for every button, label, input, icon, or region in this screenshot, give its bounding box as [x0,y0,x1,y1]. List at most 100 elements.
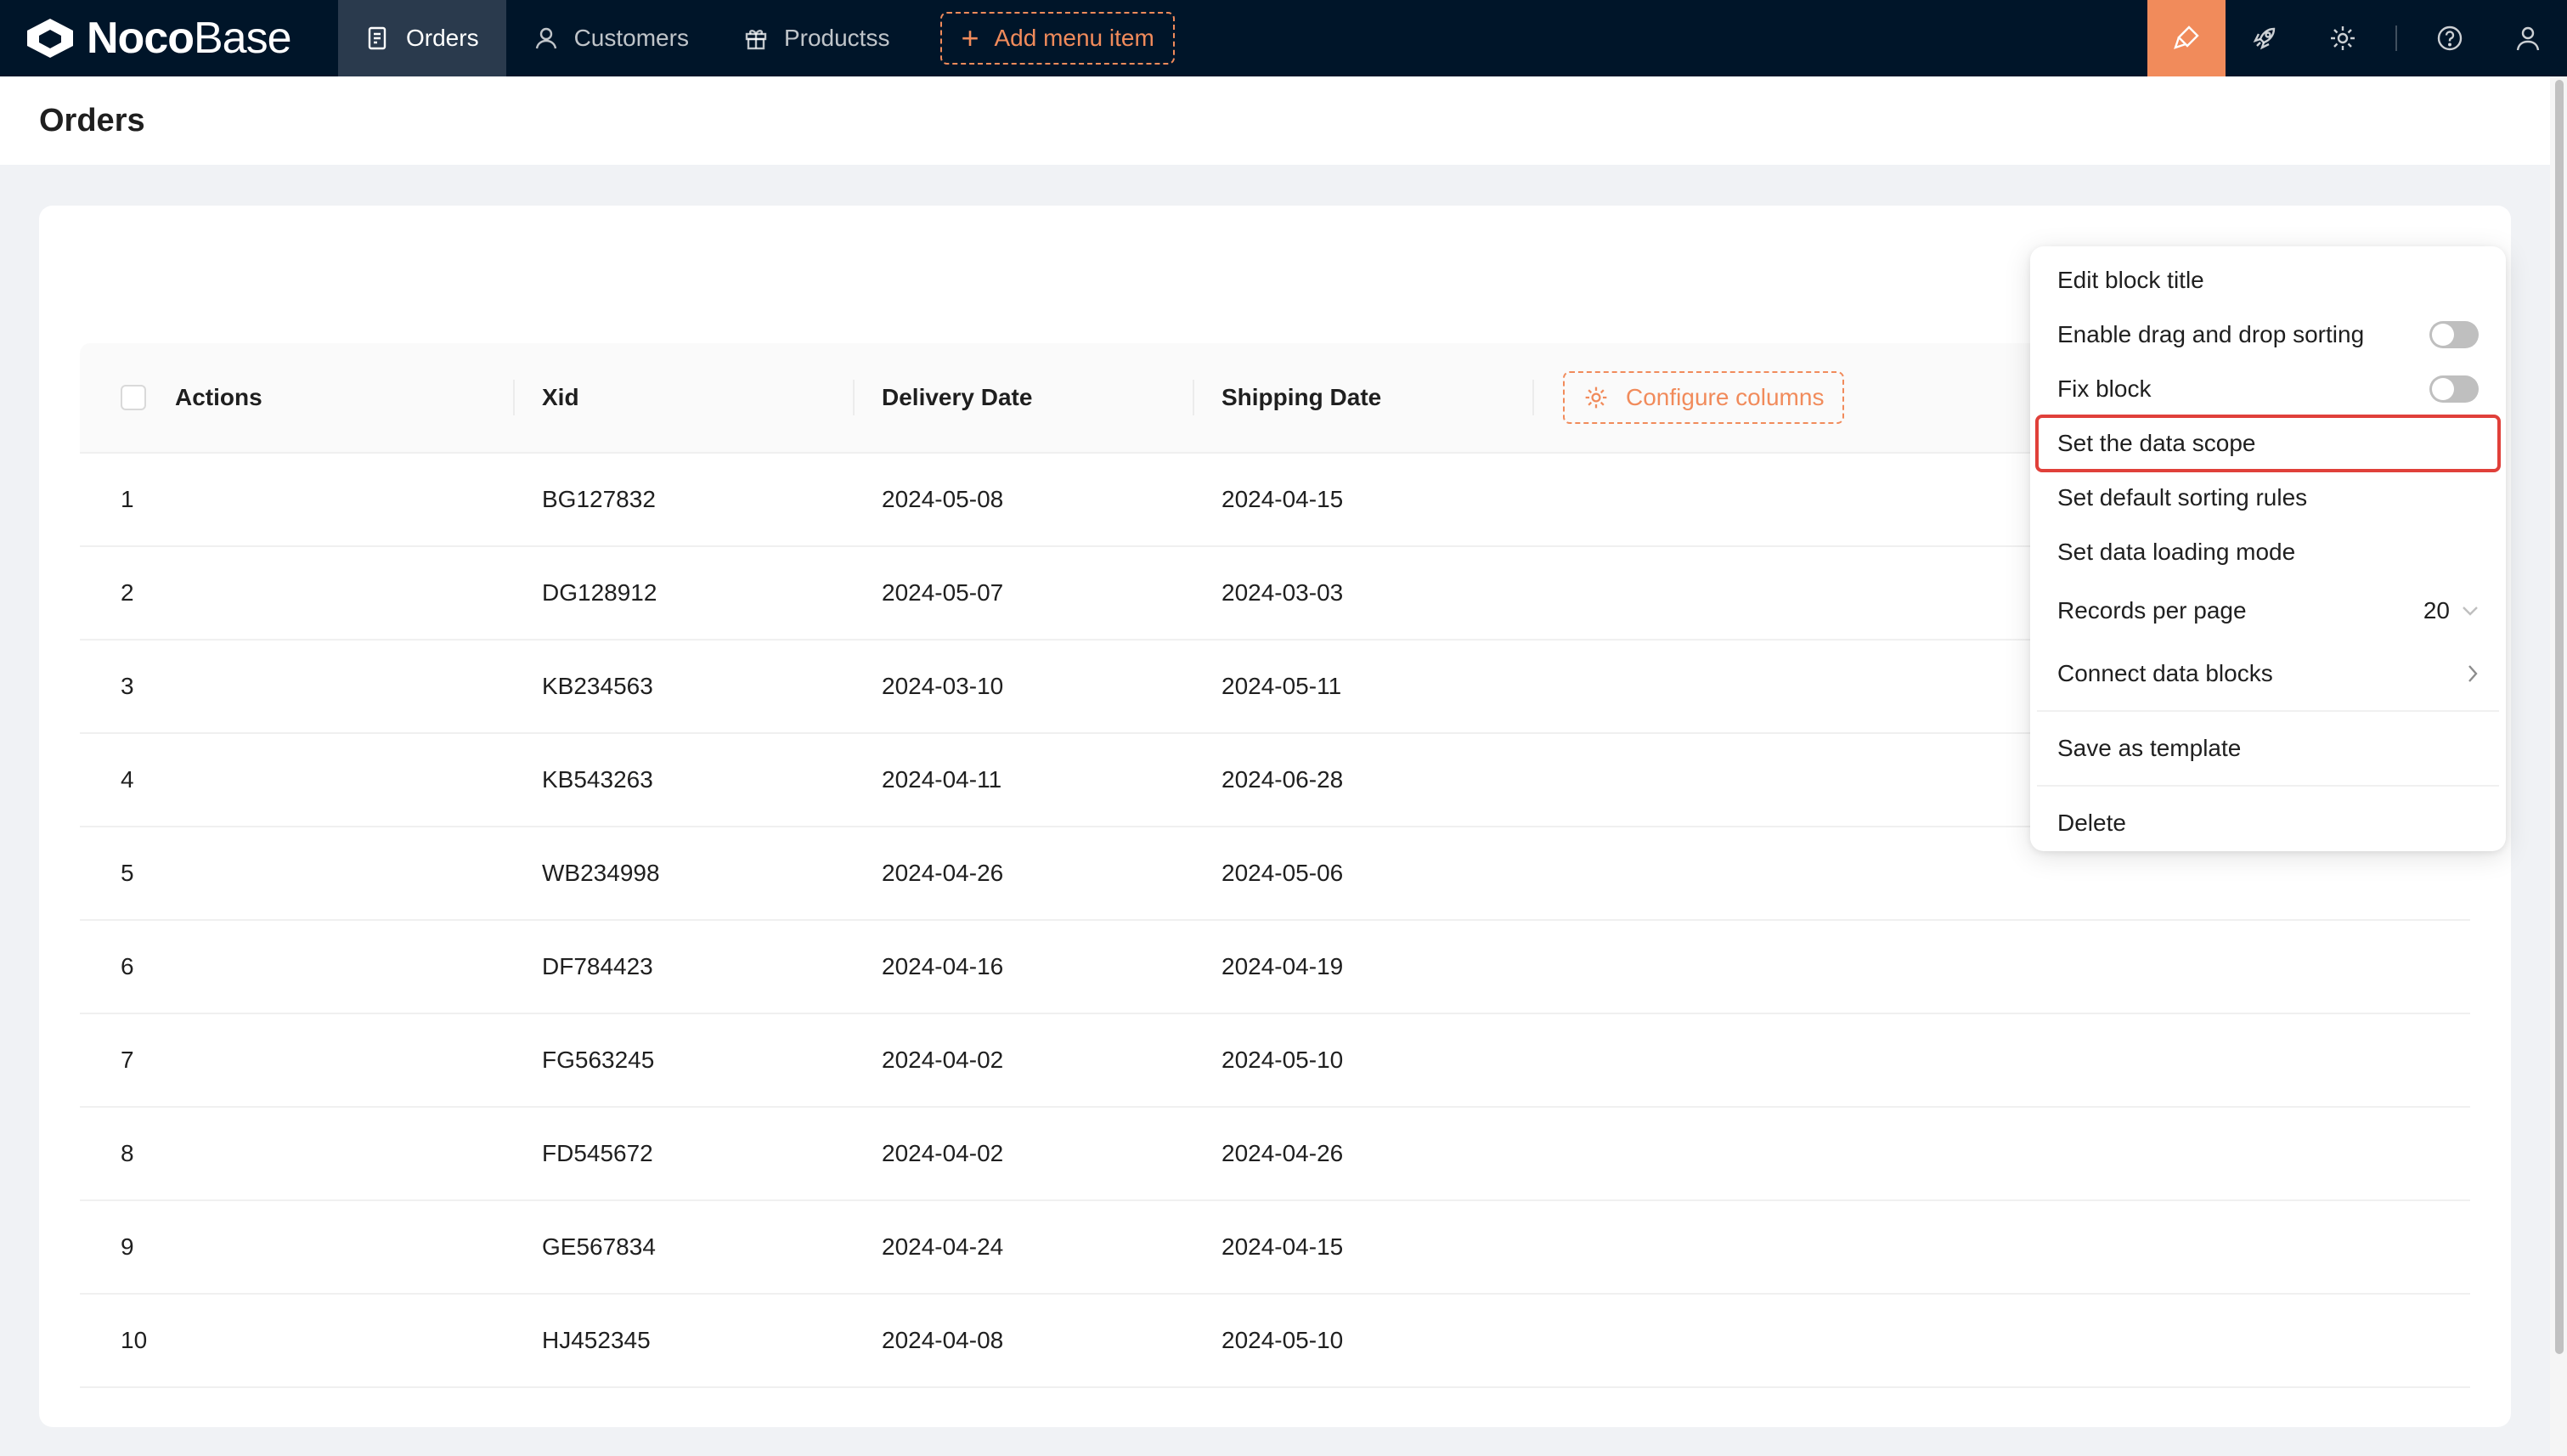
row-index: 9 [121,1233,134,1260]
page-header: Orders [0,76,2550,165]
highlighter-icon [2174,25,2199,49]
cell-delivery-date: 2024-04-24 [882,1233,1004,1260]
logo-text: NocoBase [87,14,292,63]
cell-shipping-date: 2024-05-10 [1221,1327,1344,1353]
column-divider [1532,380,1534,415]
table-row[interactable]: 8 FD545672 2024-04-02 2024-04-26 [80,1108,2470,1201]
table-row[interactable]: 6 DF784423 2024-04-16 2024-04-19 [80,921,2470,1014]
gear-icon [2331,26,2355,50]
logo[interactable]: NocoBase [0,0,338,76]
drag-sort-toggle[interactable] [2429,321,2479,348]
menu-item-records-per-page[interactable]: Records per page 20 [2037,579,2499,642]
cell-xid: FD545672 [542,1140,653,1166]
menu-divider [2037,710,2499,712]
rocket-icon [2253,27,2276,50]
column-header-shipping-date[interactable]: Shipping Date [1194,342,1534,453]
cell-shipping-date: 2024-05-11 [1221,673,1342,699]
ui-editor-button[interactable] [2147,0,2226,76]
cell-xid: DF784423 [542,953,653,979]
toolbar-divider [2395,25,2397,51]
header-checkbox-cell [80,342,175,453]
table-row[interactable]: 10 HJ452345 2024-04-08 2024-05-10 [80,1295,2470,1388]
cell-delivery-date: 2024-04-26 [882,860,1004,886]
menu-item-set-data-scope[interactable]: Set the data scope [2035,415,2501,472]
cell-shipping-date: 2024-05-06 [1221,860,1344,886]
cell-xid: HJ452345 [542,1327,651,1353]
cell-delivery-date: 2024-04-02 [882,1047,1004,1073]
table-row[interactable]: 7 FG563245 2024-04-02 2024-05-10 [80,1014,2470,1108]
menu-item-edit-block-title[interactable]: Edit block title [2037,253,2499,308]
nav-item-label: Customers [573,25,689,51]
plugins-button[interactable] [2226,0,2304,76]
cell-shipping-date: 2024-04-15 [1221,486,1344,512]
scrollbar-thumb[interactable] [2555,80,2564,1354]
cell-delivery-date: 2024-04-08 [882,1327,1004,1353]
row-index: 7 [121,1047,134,1073]
records-per-page-value: 20 [2423,597,2450,624]
cell-delivery-date: 2024-05-07 [882,579,1004,606]
file-text-icon [365,25,391,51]
row-index: 1 [121,486,134,512]
records-per-page-select[interactable]: 20 [2423,597,2479,624]
row-index: 6 [121,953,134,979]
row-index: 5 [121,860,134,886]
column-header-delivery-date[interactable]: Delivery Date [855,342,1194,453]
table-row[interactable]: 9 GE567834 2024-04-24 2024-04-15 [80,1201,2470,1295]
user-menu-button[interactable] [2489,0,2567,76]
top-right-toolbar [2147,0,2567,76]
fix-block-toggle[interactable] [2429,375,2479,403]
top-navbar: NocoBase Orders Customers Productss + Ad… [0,0,2567,76]
add-menu-item-label: Add menu item [994,25,1154,51]
chevron-right-icon [2468,665,2478,682]
help-icon [2437,25,2463,51]
add-menu-item-button[interactable]: + Add menu item [940,12,1175,65]
cell-shipping-date: 2024-04-19 [1221,953,1344,979]
cell-xid: GE567834 [542,1233,656,1260]
column-header-actions[interactable]: Actions [175,342,515,453]
select-all-checkbox[interactable] [121,385,146,410]
column-header-xid[interactable]: Xid [515,342,855,453]
block-settings-menu: Edit block title Enable drag and drop so… [2030,246,2506,851]
menu-item-set-sorting-rules[interactable]: Set default sorting rules [2037,471,2499,525]
row-index: 10 [121,1327,148,1353]
row-index: 2 [121,579,134,606]
cell-delivery-date: 2024-03-10 [882,673,1004,699]
menu-item-fix-block[interactable]: Fix block [2037,362,2499,416]
cell-xid: BG127832 [542,486,656,512]
nav-item-label: Productss [783,25,890,51]
cell-xid: WB234998 [542,860,660,886]
cell-shipping-date: 2024-06-28 [1221,766,1344,793]
menu-item-drag-sort[interactable]: Enable drag and drop sorting [2037,308,2499,362]
user-icon [533,25,559,51]
page-title: Orders [39,102,145,138]
row-index: 8 [121,1140,134,1166]
chevron-down-icon [2463,607,2478,616]
nav-item-customers[interactable]: Customers [506,0,716,76]
cell-delivery-date: 2024-05-08 [882,486,1004,512]
cell-shipping-date: 2024-04-15 [1221,1233,1344,1260]
nocobase-logo-icon [27,19,73,58]
configure-columns-button[interactable]: Configure columns [1563,371,1845,424]
page-scrollbar[interactable] [2550,76,2567,1456]
menu-divider [2037,785,2499,787]
menu-item-delete[interactable]: Delete [2037,792,2499,855]
cell-shipping-date: 2024-05-10 [1221,1047,1344,1073]
cell-delivery-date: 2024-04-11 [882,766,1002,793]
cell-xid: KB543263 [542,766,653,793]
nav-item-label: Orders [406,25,479,51]
cell-delivery-date: 2024-04-02 [882,1140,1004,1166]
gift-icon [743,25,769,51]
nav-item-orders[interactable]: Orders [338,0,506,76]
cell-xid: DG128912 [542,579,657,606]
help-button[interactable] [2411,0,2489,76]
user-icon [2516,26,2540,51]
cell-delivery-date: 2024-04-16 [882,953,1004,979]
menu-item-connect-data-blocks[interactable]: Connect data blocks [2037,642,2499,705]
menu-item-save-as-template[interactable]: Save as template [2037,717,2499,780]
nav-item-productss[interactable]: Productss [716,0,917,76]
menu-item-set-loading-mode[interactable]: Set data loading mode [2037,525,2499,579]
settings-button[interactable] [2304,0,2382,76]
cell-shipping-date: 2024-03-03 [1221,579,1344,606]
gear-icon [1585,387,1607,409]
cell-xid: FG563245 [542,1047,655,1073]
